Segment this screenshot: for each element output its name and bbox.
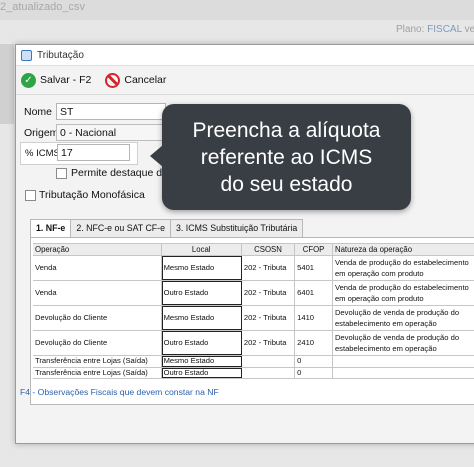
origem-select[interactable]: 0 - Nacional	[56, 124, 166, 141]
cell-local[interactable]: Outro Estado	[161, 367, 242, 378]
callout-text: Preencha a alíquota referente ao ICMS do…	[172, 117, 402, 198]
cell-csosn[interactable]: 202 - Tributa	[242, 281, 296, 305]
background-title: 2_atualizado_csv	[0, 1, 86, 13]
cell-local[interactable]: Outro Estado	[161, 281, 242, 305]
cell-natureza[interactable]: Venda de produção do estabelecimento em …	[333, 281, 474, 305]
cell-operacao[interactable]: Venda	[33, 281, 162, 305]
table-row[interactable]: Transferência entre Lojas (Saída) Outro …	[33, 367, 474, 379]
nome-field[interactable]	[56, 103, 166, 120]
table-row[interactable]: Devolução do Cliente Mesmo Estado 202 - …	[33, 306, 474, 331]
dialog-title: Tributação	[37, 49, 84, 61]
cell-operacao[interactable]: Venda	[33, 256, 162, 280]
observacoes-fiscais-link[interactable]: F4 - Observações Fiscais que devem const…	[20, 387, 219, 397]
cell-natureza[interactable]	[333, 356, 474, 367]
background-plano: Plano: FISCAL vencim	[396, 24, 474, 35]
col-local[interactable]: Local	[162, 244, 242, 255]
tab-nfce-sat[interactable]: 2. NFC-e ou SAT CF-e	[70, 219, 171, 237]
cell-natureza[interactable]: Venda de produção do estabelecimento em …	[333, 256, 474, 280]
cell-natureza[interactable]: Devolução de venda de produção do estabe…	[333, 331, 474, 355]
cell-cfop[interactable]: 0	[295, 367, 333, 378]
cancel-button[interactable]: Cancelar	[105, 72, 167, 88]
icms-field[interactable]	[57, 144, 130, 161]
cell-natureza[interactable]: Devolução de venda de produção do estabe…	[333, 306, 474, 330]
cell-local[interactable]: Mesmo Estado	[161, 256, 242, 280]
table-row[interactable]: Devolução do Cliente Outro Estado 202 - …	[33, 331, 474, 356]
cell-cfop[interactable]: 2410	[295, 331, 333, 355]
cell-natureza[interactable]	[333, 368, 474, 379]
cell-csosn[interactable]	[242, 356, 296, 367]
tax-tabs: 1. NF-e 2. NFC-e ou SAT CF-e 3. ICMS Sub…	[30, 219, 304, 237]
table-row[interactable]: Transferência entre Lojas (Saída) Mesmo …	[33, 356, 474, 368]
callout-line-1: Preencha a alíquota	[192, 118, 381, 142]
nome-label: Nome	[24, 106, 53, 118]
cell-operacao[interactable]: Transferência entre Lojas (Saída)	[33, 356, 162, 367]
grid-header: Operação Local CSOSN CFOP Natureza da op…	[33, 243, 474, 256]
toolbar-divider	[16, 94, 474, 95]
plano-value[interactable]: FISCAL	[427, 24, 462, 35]
col-cfop[interactable]: CFOP	[295, 244, 333, 255]
cell-csosn[interactable]: 202 - Tributa	[242, 331, 296, 355]
cancel-button-label: Cancelar	[124, 74, 167, 86]
cell-operacao[interactable]: Devolução do Cliente	[33, 306, 162, 330]
cell-local[interactable]: Outro Estado	[161, 331, 242, 355]
tab-icms-st[interactable]: 3. ICMS Substituição Tributária	[170, 219, 304, 237]
tab-nfe[interactable]: 1. NF-e	[30, 219, 72, 237]
cell-cfop[interactable]: 5401	[295, 256, 333, 280]
cell-operacao[interactable]: Transferência entre Lojas (Saída)	[33, 367, 162, 378]
col-natureza[interactable]: Natureza da operação	[333, 244, 474, 255]
plano-suffix: vencim	[464, 24, 474, 35]
cell-csosn[interactable]	[242, 367, 296, 378]
save-button-label: Salvar - F2	[40, 74, 92, 86]
cell-cfop[interactable]: 0	[295, 356, 333, 367]
operations-grid: Operação Local CSOSN CFOP Natureza da op…	[33, 243, 474, 379]
monofasica-checkbox[interactable]	[25, 190, 36, 201]
prohibited-icon	[105, 72, 121, 88]
col-operacao[interactable]: Operação	[33, 244, 162, 255]
check-circle-icon: ✓	[21, 72, 36, 88]
background-side-tabs	[0, 44, 14, 124]
cell-csosn[interactable]: 202 - Tributa	[242, 256, 296, 280]
icms-label: % ICMS	[25, 148, 60, 159]
callout-line-3: do seu estado	[220, 172, 353, 196]
cell-operacao[interactable]: Devolução do Cliente	[33, 331, 162, 355]
cell-local[interactable]: Mesmo Estado	[161, 356, 242, 367]
instruction-callout: Preencha a alíquota referente ao ICMS do…	[150, 104, 411, 210]
save-button[interactable]: ✓ Salvar - F2	[21, 72, 92, 88]
monofasica-label: Tributação Monofásica	[39, 189, 145, 201]
background-topbar: 2_atualizado_csv	[0, 0, 474, 20]
window-icon	[21, 49, 32, 61]
destaque-checkbox[interactable]	[56, 168, 67, 179]
table-row[interactable]: Venda Outro Estado 202 - Tributa 6401 Ve…	[33, 281, 474, 306]
dialog-toolbar: ✓ Salvar - F2 Cancelar	[16, 67, 474, 93]
cell-local[interactable]: Mesmo Estado	[161, 306, 242, 330]
callout-line-2: referente ao ICMS	[200, 145, 373, 169]
cell-cfop[interactable]: 1410	[295, 306, 333, 330]
origem-label: Origem	[24, 127, 59, 139]
cell-csosn[interactable]: 202 - Tributa	[242, 306, 296, 330]
dialog-titlebar[interactable]: Tributação	[16, 45, 474, 66]
cell-cfop[interactable]: 6401	[295, 281, 333, 305]
col-csosn[interactable]: CSOSN	[242, 244, 296, 255]
table-row[interactable]: Venda Mesmo Estado 202 - Tributa 5401 Ve…	[33, 256, 474, 281]
plano-label: Plano:	[396, 24, 425, 35]
